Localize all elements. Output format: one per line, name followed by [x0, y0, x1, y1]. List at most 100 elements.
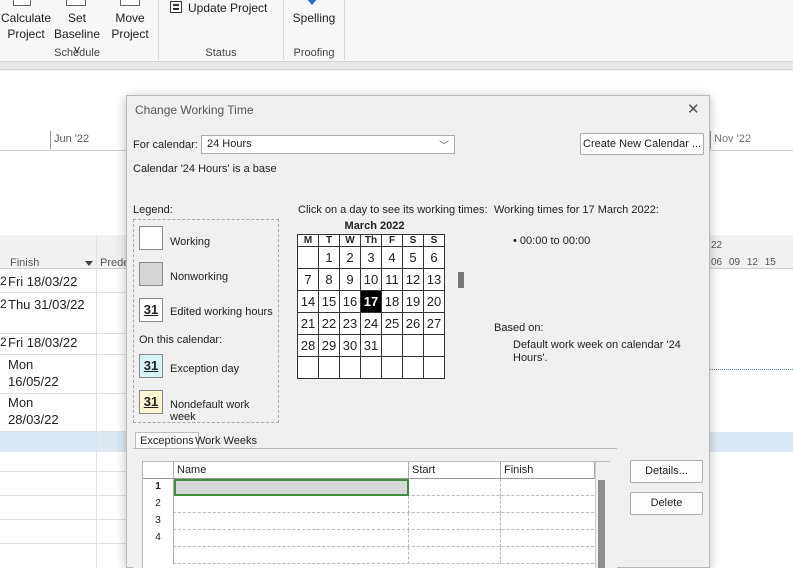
name-cell-selected[interactable]	[174, 479, 409, 496]
day-label: 09	[728, 257, 741, 268]
table-row[interactable]: Mon 28/03/22	[0, 394, 126, 432]
close-icon[interactable]: ✕	[687, 100, 700, 118]
start-cell[interactable]	[409, 530, 501, 547]
name-cell[interactable]	[174, 547, 409, 564]
column-header-finish[interactable]: Finish	[501, 462, 595, 479]
calendar-day[interactable]: 21	[297, 312, 319, 335]
based-on-label: Based on:	[494, 322, 544, 334]
start-cell[interactable]	[409, 513, 501, 530]
calendar-empty-cell	[297, 246, 319, 269]
table-row[interactable]	[0, 519, 126, 520]
tab-work-weeks[interactable]: Work Weeks	[191, 433, 261, 449]
calendar-empty-cell	[339, 356, 361, 379]
start-cell[interactable]	[409, 479, 501, 496]
calendar-day[interactable]: 16	[339, 290, 361, 313]
column-header-name[interactable]: Name	[174, 462, 409, 479]
delete-button[interactable]: Delete	[630, 492, 703, 515]
grid-row[interactable]: 3	[143, 513, 594, 530]
grid-row[interactable]: 1	[143, 479, 594, 496]
finish-cell: Fri 18/03/22	[8, 335, 78, 350]
calculate-project-button[interactable]: Calculate Project	[0, 0, 52, 44]
tab-exceptions[interactable]: Exceptions	[135, 432, 199, 449]
calendar-day[interactable]: 28	[297, 334, 319, 357]
calendar-day[interactable]: 18	[381, 290, 403, 313]
calendar-day[interactable]: 4	[381, 246, 403, 269]
name-cell[interactable]	[174, 513, 409, 530]
legend-label: Legend:	[133, 204, 173, 216]
calendar-day[interactable]: 26	[402, 312, 424, 335]
table-row[interactable]: 2 Fri 18/03/22	[0, 273, 126, 293]
grid-row[interactable]: 4	[143, 530, 594, 547]
calendar-description: Calendar '24 Hours' is a base	[133, 163, 277, 175]
month-calendar[interactable]: M T W Th F S S 1 2 3 4 5 6 7 8 9 10 11 12 13 14 15 16 17…	[297, 234, 453, 379]
calendar-day[interactable]: 3	[360, 246, 382, 269]
calendar-day[interactable]: 1	[318, 246, 340, 269]
calendar-day[interactable]: 23	[339, 312, 361, 335]
table-row[interactable]: 2 Thu 31/03/22	[0, 296, 126, 334]
update-project-button[interactable]: Update Project	[170, 0, 274, 18]
working-times-title: Working times for 17 March 2022:	[494, 204, 659, 216]
change-working-time-dialog: Change Working Time ✕ For calendar: 24 H…	[126, 95, 710, 568]
set-baseline-button[interactable]: Set Baseline ˅	[52, 0, 102, 57]
calendar-day[interactable]: 22	[318, 312, 340, 335]
calendar-day[interactable]: 5	[402, 246, 424, 269]
calendar-scrollbar-thumb[interactable]	[458, 272, 464, 288]
calendar-day[interactable]: 8	[318, 268, 340, 291]
edited-hours-swatch: 31	[139, 298, 163, 322]
calendar-day[interactable]: 20	[423, 290, 445, 313]
finish-cell: Mon 28/03/22	[8, 395, 59, 427]
move-project-button[interactable]: Move Project	[106, 0, 154, 44]
spelling-button[interactable]: Spelling	[288, 0, 340, 44]
calendar-day[interactable]: 12	[402, 268, 424, 291]
grid-row[interactable]	[143, 547, 594, 564]
calculate-label-2: Project	[7, 27, 45, 41]
calendar-day[interactable]: 14	[297, 290, 319, 313]
table-row[interactable]: Mon 16/05/22	[0, 356, 126, 394]
exceptions-grid[interactable]: Name Start Finish 1 2 3 4	[142, 461, 610, 568]
column-header-predecessors[interactable]: Prede	[100, 257, 129, 269]
calendar-day[interactable]: 13	[423, 268, 445, 291]
column-header-finish[interactable]: Finish	[10, 257, 39, 269]
day-label: 12	[746, 257, 758, 268]
finish-cell: Thu 31/03/22	[8, 297, 85, 312]
nonworking-swatch	[139, 262, 163, 286]
calendar-day[interactable]: 24	[360, 312, 382, 335]
calendar-day[interactable]: 17	[360, 290, 382, 313]
table-row[interactable]	[0, 495, 126, 496]
timescale-tick	[50, 131, 51, 149]
calendar-day[interactable]: 2	[339, 246, 361, 269]
calendar-day[interactable]: 10	[360, 268, 382, 291]
calendar-day[interactable]: 9	[339, 268, 361, 291]
legend-exception-day: Exception day	[170, 363, 240, 375]
details-button[interactable]: Details...	[630, 460, 703, 483]
calendar-day[interactable]: 27	[423, 312, 445, 335]
calendar-empty-cell	[381, 334, 403, 357]
calendar-day[interactable]: 25	[381, 312, 403, 335]
calendar-day[interactable]: 30	[339, 334, 361, 357]
calendar-day[interactable]: 19	[402, 290, 424, 313]
calendar-day[interactable]: 7	[297, 268, 319, 291]
name-cell[interactable]	[174, 530, 409, 547]
working-swatch	[139, 226, 163, 250]
calendar-day[interactable]: 11	[381, 268, 403, 291]
start-cell[interactable]	[409, 547, 501, 564]
calendar-day[interactable]: 29	[318, 334, 340, 357]
name-cell[interactable]	[174, 496, 409, 513]
create-new-calendar-button[interactable]: Create New Calendar ...	[580, 133, 704, 155]
table-row[interactable]	[0, 471, 126, 472]
table-row[interactable]: 2 Fri 18/03/22	[0, 334, 126, 355]
group-status-label: Status	[205, 47, 237, 59]
table-row[interactable]	[0, 543, 126, 544]
grid-row[interactable]: 2	[143, 496, 594, 513]
calendar-select[interactable]: 24 Hours ﹀	[201, 135, 455, 154]
grid-scrollbar-thumb[interactable]	[598, 480, 605, 568]
calendar-day[interactable]: 15	[318, 290, 340, 313]
finish-cell: Fri 18/03/22	[8, 274, 78, 289]
calendar-empty-cell	[423, 356, 445, 379]
timescale-right-month: 22	[711, 240, 723, 251]
start-cell[interactable]	[409, 496, 501, 513]
filter-dropdown-icon[interactable]	[85, 261, 93, 266]
calendar-day[interactable]: 6	[423, 246, 445, 269]
column-header-start[interactable]: Start	[409, 462, 501, 479]
calendar-day[interactable]: 31	[360, 334, 382, 357]
